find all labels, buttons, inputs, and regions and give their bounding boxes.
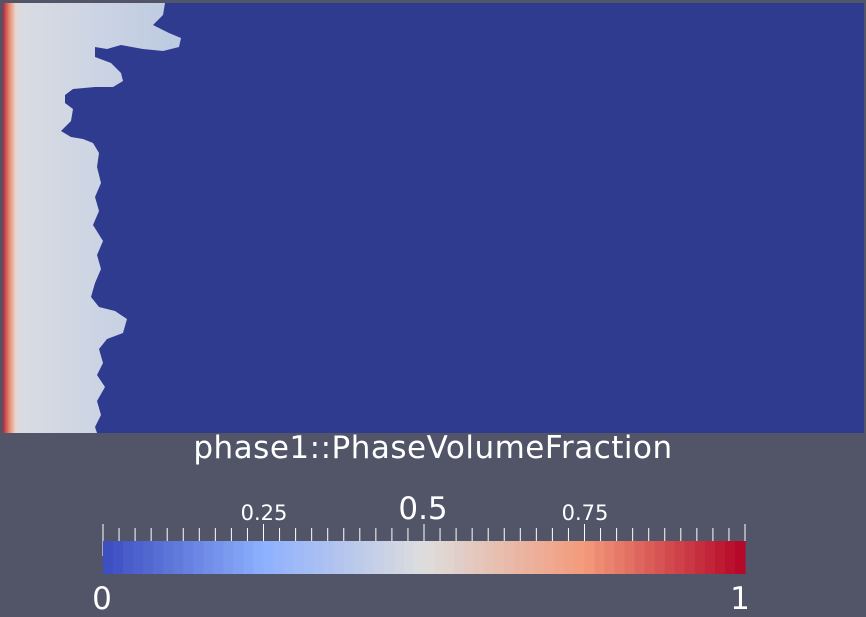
legend-swatch [594,541,606,574]
legend-swatch [624,541,636,574]
legend-swatch [584,541,596,574]
legend-swatch [724,541,736,574]
legend-swatch [163,541,174,574]
legend-label-max: 1 [730,581,750,617]
phase-field [3,3,181,433]
legend-swatch [564,541,576,574]
legend-swatch [203,541,214,574]
legend-swatch [704,541,716,574]
legend-swatch [734,541,746,574]
legend-label-min: 0 [92,581,112,617]
legend-swatch [403,541,415,574]
legend-swatch [223,541,235,574]
legend-swatch [233,541,245,574]
render-viewport[interactable] [3,3,864,433]
legend-swatch [674,541,686,574]
legend-swatch [494,541,505,574]
legend-swatch [464,541,475,574]
legend-swatch [444,541,455,574]
legend-swatch [434,541,445,574]
legend-swatch [383,541,395,574]
legend-swatch [504,541,515,574]
legend-swatch [524,541,535,574]
legend-swatch [193,541,204,574]
legend-swatch [413,541,425,574]
legend-swatch [263,541,275,574]
legend-swatch [694,541,706,574]
legend-swatch [353,541,365,574]
phase1-region [3,3,181,433]
legend-swatch [323,541,335,574]
legend-swatch [103,541,114,574]
legend-swatch [253,541,265,574]
legend-swatch [654,541,666,574]
legend-swatch [343,541,355,574]
legend-swatch [514,541,525,574]
legend-swatch [173,541,184,574]
legend-swatch [293,541,305,574]
legend-swatch [474,541,485,574]
legend-swatch [554,541,566,574]
legend-swatch [634,541,646,574]
legend-swatch [283,541,295,574]
legend-swatches [103,541,746,574]
legend-swatch [393,541,405,574]
legend-swatch [714,541,726,574]
legend-swatch [313,541,325,574]
legend-swatch [664,541,676,574]
legend-swatch [544,541,556,574]
legend-swatch [373,541,385,574]
legend-swatch [273,541,285,574]
legend-swatch [123,541,134,574]
legend-swatch [143,541,154,574]
legend-swatch [303,541,315,574]
legend-swatch [454,541,465,574]
legend-swatch [644,541,656,574]
phase1-wall-layer [3,3,21,433]
legend-swatch [153,541,164,574]
legend-swatch [133,541,144,574]
legend-swatch [484,541,495,574]
legend-swatch [574,541,586,574]
legend-swatch [113,541,124,574]
legend-swatch [243,541,255,574]
legend-swatch [333,541,345,574]
color-legend-bar [102,524,746,574]
legend-swatch [183,541,194,574]
legend-title: phase1::PhaseVolumeFraction [193,430,673,466]
legend-swatch [424,541,435,574]
legend-swatch [604,541,616,574]
legend-swatch [213,541,224,574]
legend-swatch [534,541,545,574]
legend-swatch [363,541,375,574]
legend-swatch [684,541,696,574]
legend-swatch [614,541,626,574]
